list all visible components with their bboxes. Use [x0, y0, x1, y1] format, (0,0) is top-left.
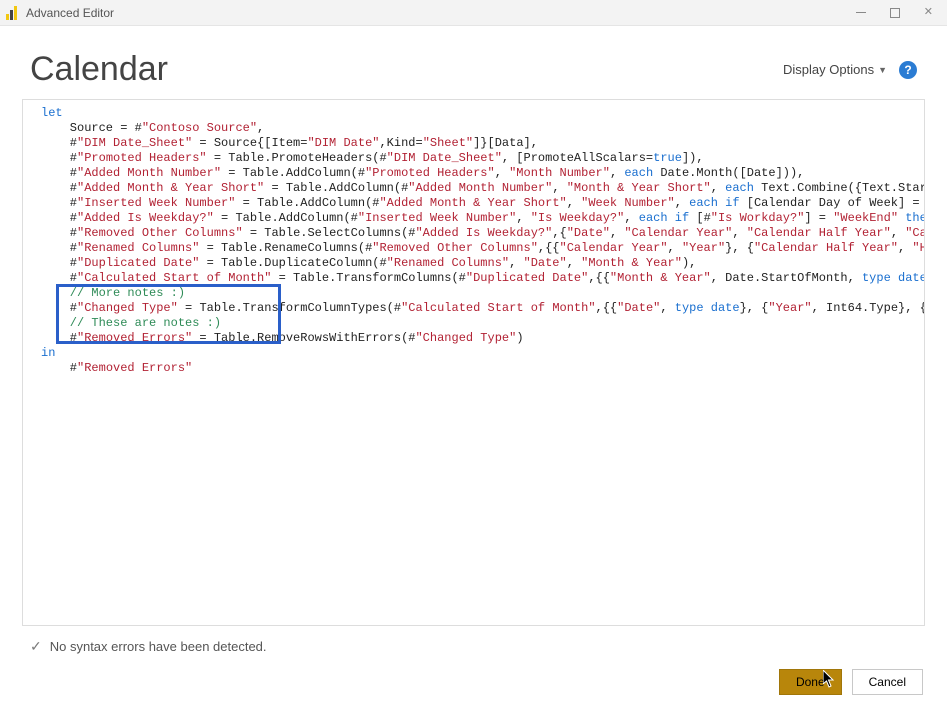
close-button[interactable]: ✕ [924, 7, 933, 18]
help-icon[interactable]: ? [899, 61, 917, 79]
dialog-buttons: Done Cancel [0, 661, 947, 707]
window-title: Advanced Editor [26, 6, 114, 20]
chevron-down-icon: ▼ [878, 65, 887, 75]
app-icon [4, 5, 20, 21]
minimize-button[interactable] [856, 12, 866, 13]
code-content[interactable]: let Source = #"Contoso Source", #"DIM Da… [23, 100, 924, 382]
window-titlebar: Advanced Editor ✕ [0, 0, 947, 26]
check-icon: ✓ [30, 638, 42, 655]
cancel-button[interactable]: Cancel [852, 669, 923, 695]
display-options-label: Display Options [783, 62, 874, 77]
display-options-dropdown[interactable]: Display Options ▼ [783, 62, 887, 77]
header: Calendar Display Options ▼ ? [0, 26, 947, 99]
maximize-button[interactable] [890, 8, 900, 18]
done-button[interactable]: Done [779, 669, 842, 695]
query-name: Calendar [30, 50, 168, 89]
window-controls: ✕ [856, 7, 943, 18]
code-editor[interactable]: let Source = #"Contoso Source", #"DIM Da… [22, 99, 925, 626]
status-text: No syntax errors have been detected. [50, 639, 267, 654]
status-bar: ✓ No syntax errors have been detected. [0, 632, 947, 661]
